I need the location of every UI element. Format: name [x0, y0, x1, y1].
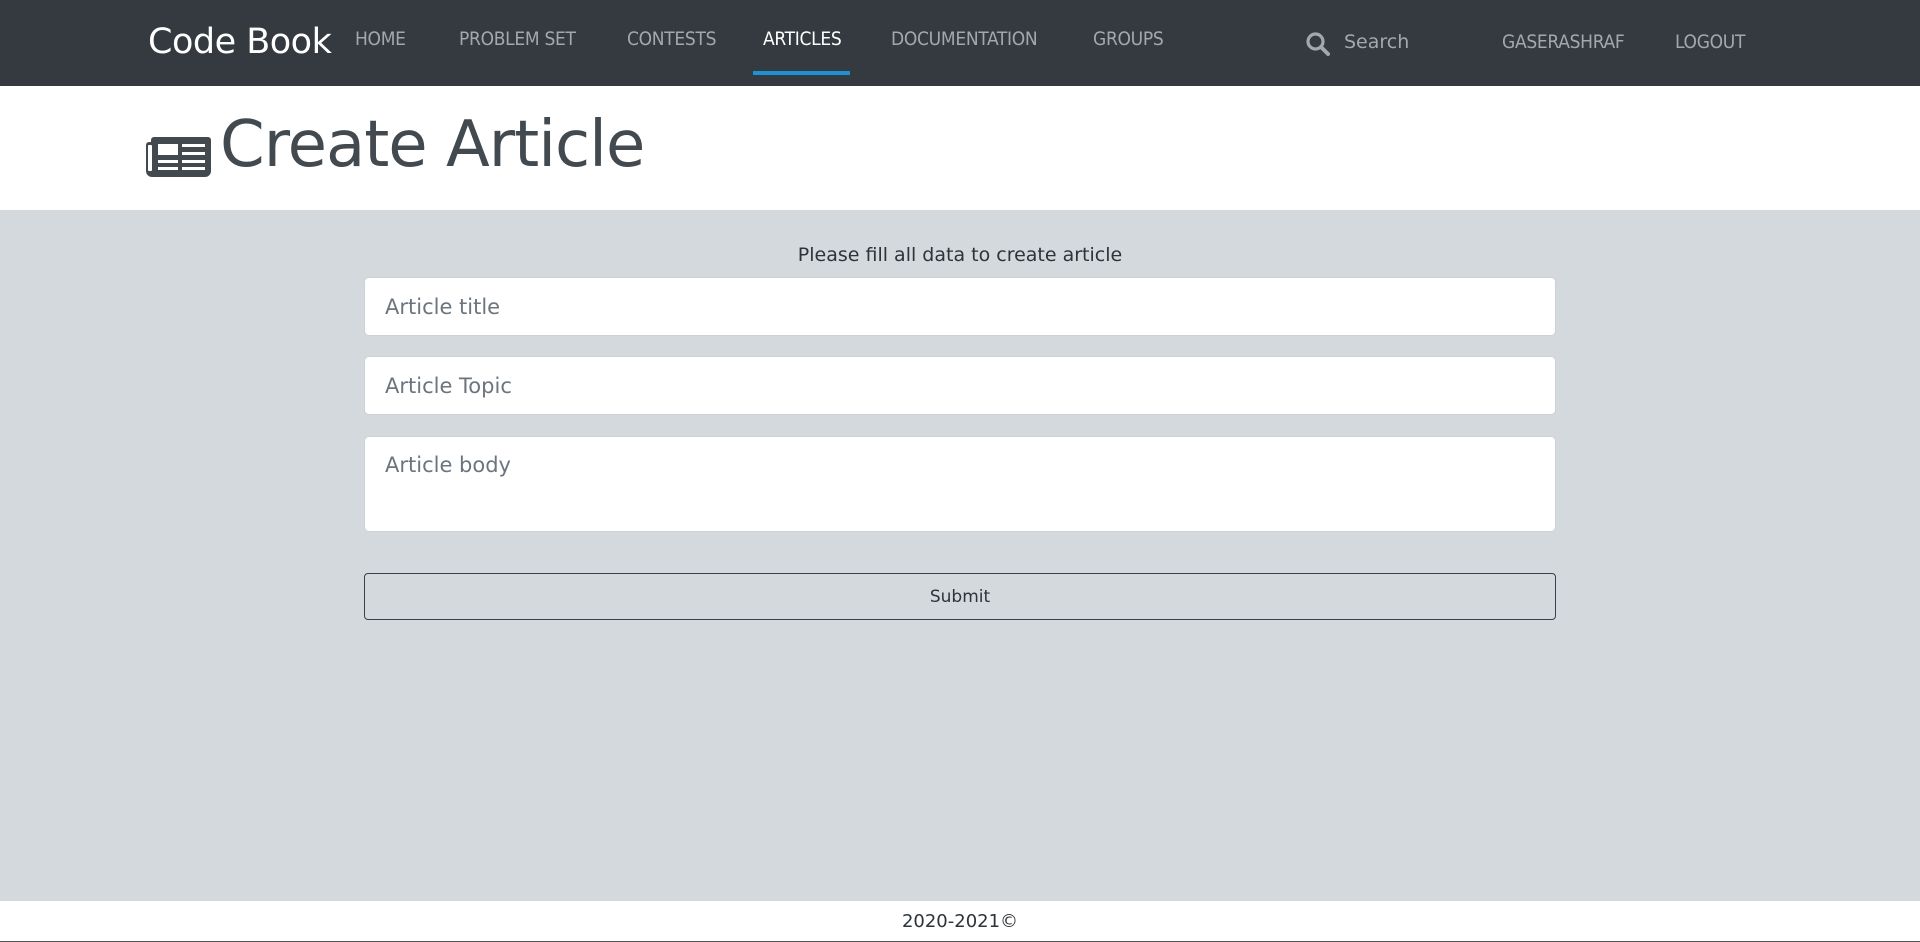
article-body-textarea[interactable] [364, 436, 1556, 532]
footer: 2020-2021© [0, 901, 1920, 942]
nav-home[interactable]: HOME [355, 28, 406, 50]
logout-link[interactable]: LOGOUT [1675, 31, 1745, 53]
article-title-input[interactable] [364, 277, 1556, 336]
nav-problem-set[interactable]: PROBLEM SET [459, 28, 576, 50]
nav-documentation[interactable]: DOCUMENTATION [891, 28, 1038, 50]
brand-logo[interactable]: Code Book [148, 22, 332, 62]
user-profile-link[interactable]: GASERASHRAF [1502, 31, 1625, 53]
top-navbar: Code Book HOME PROBLEM SET CONTESTS ARTI… [0, 0, 1920, 86]
search-icon[interactable] [1305, 31, 1331, 57]
submit-button[interactable]: Submit [364, 573, 1556, 620]
copyright-text: 2020-2021© [901, 911, 1019, 932]
nav-articles[interactable]: ARTICLES [763, 28, 842, 50]
active-tab-indicator [753, 71, 850, 75]
newspaper-icon [146, 131, 212, 179]
search-input[interactable] [1344, 26, 1474, 58]
page-title: Create Article [220, 108, 645, 182]
form-instructions: Please fill all data to create article [797, 244, 1123, 266]
nav-contests[interactable]: CONTESTS [627, 28, 716, 50]
article-topic-input[interactable] [364, 356, 1556, 415]
nav-groups[interactable]: GROUPS [1093, 28, 1164, 50]
